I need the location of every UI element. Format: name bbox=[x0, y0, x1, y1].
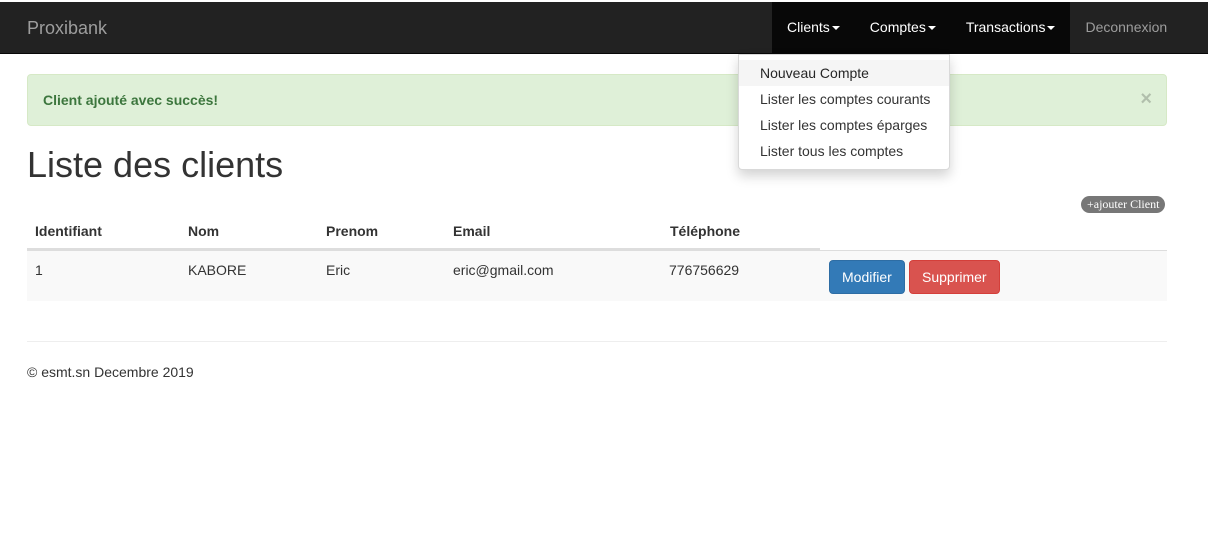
header-prenom: Prenom bbox=[326, 223, 379, 239]
caret-down-icon bbox=[927, 26, 936, 31]
header-email: Email bbox=[453, 223, 491, 239]
cell-nom: KABORE bbox=[188, 262, 247, 278]
add-client-button[interactable]: +ajouter Client bbox=[1081, 196, 1166, 213]
dropdown-item-tous-comptes[interactable]: Lister tous les comptes bbox=[739, 138, 949, 164]
header-telephone: Téléphone bbox=[670, 223, 741, 239]
cell-prenom: Eric bbox=[326, 262, 351, 278]
header-identifiant: Identifiant bbox=[35, 223, 102, 239]
nav-clients-dropdown[interactable]: Clients bbox=[772, 2, 855, 53]
clients-table: Identifiant Nom Prenom Email Téléphone 1… bbox=[27, 213, 1167, 301]
caret-down-icon bbox=[831, 26, 840, 31]
nav-transactions-label: Transactions bbox=[965, 19, 1046, 35]
nav-comptes-dropdown[interactable]: Comptes bbox=[854, 2, 951, 53]
logout-link[interactable]: Deconnexion bbox=[1070, 2, 1194, 53]
comptes-dropdown-menu: Nouveau Compte Lister les comptes couran… bbox=[738, 54, 950, 170]
modify-button[interactable]: Modifier bbox=[829, 260, 905, 294]
table-header-row: Identifiant Nom Prenom Email Téléphone bbox=[27, 213, 820, 250]
delete-button[interactable]: Supprimer bbox=[909, 260, 1000, 294]
dropdown-item-comptes-courants[interactable]: Lister les comptes courants bbox=[739, 86, 949, 112]
footer-copyright: © esmt.sn Decembre 2019 bbox=[27, 364, 194, 380]
cell-id: 1 bbox=[35, 262, 43, 278]
dropdown-item-nouveau-compte[interactable]: Nouveau Compte bbox=[739, 60, 949, 86]
nav-clients-label: Clients bbox=[787, 19, 830, 35]
nav-transactions-dropdown[interactable]: Transactions bbox=[950, 2, 1071, 53]
success-alert: Client ajouté avec succès! × bbox=[27, 74, 1167, 126]
top-navbar: Proxibank Clients Comptes Transactions D… bbox=[0, 2, 1208, 54]
navbar-menu: Clients Comptes Transactions Deconnexion bbox=[772, 2, 1194, 53]
table-row: 1 KABORE Eric eric@gmail.com 776756629 M… bbox=[27, 250, 1167, 301]
footer-divider bbox=[27, 341, 1167, 342]
brand-logo[interactable]: Proxibank bbox=[27, 2, 107, 54]
cell-email: eric@gmail.com bbox=[453, 262, 554, 278]
cell-telephone: 776756629 bbox=[669, 262, 740, 278]
header-nom: Nom bbox=[188, 223, 220, 239]
page-title: Liste des clients bbox=[27, 144, 284, 185]
caret-down-icon bbox=[1047, 26, 1056, 31]
alert-message: Client ajouté avec succès! bbox=[43, 92, 219, 108]
dropdown-item-comptes-eparges[interactable]: Lister les comptes éparges bbox=[739, 112, 949, 138]
nav-comptes-label: Comptes bbox=[869, 19, 926, 35]
close-icon[interactable]: × bbox=[1140, 75, 1152, 123]
